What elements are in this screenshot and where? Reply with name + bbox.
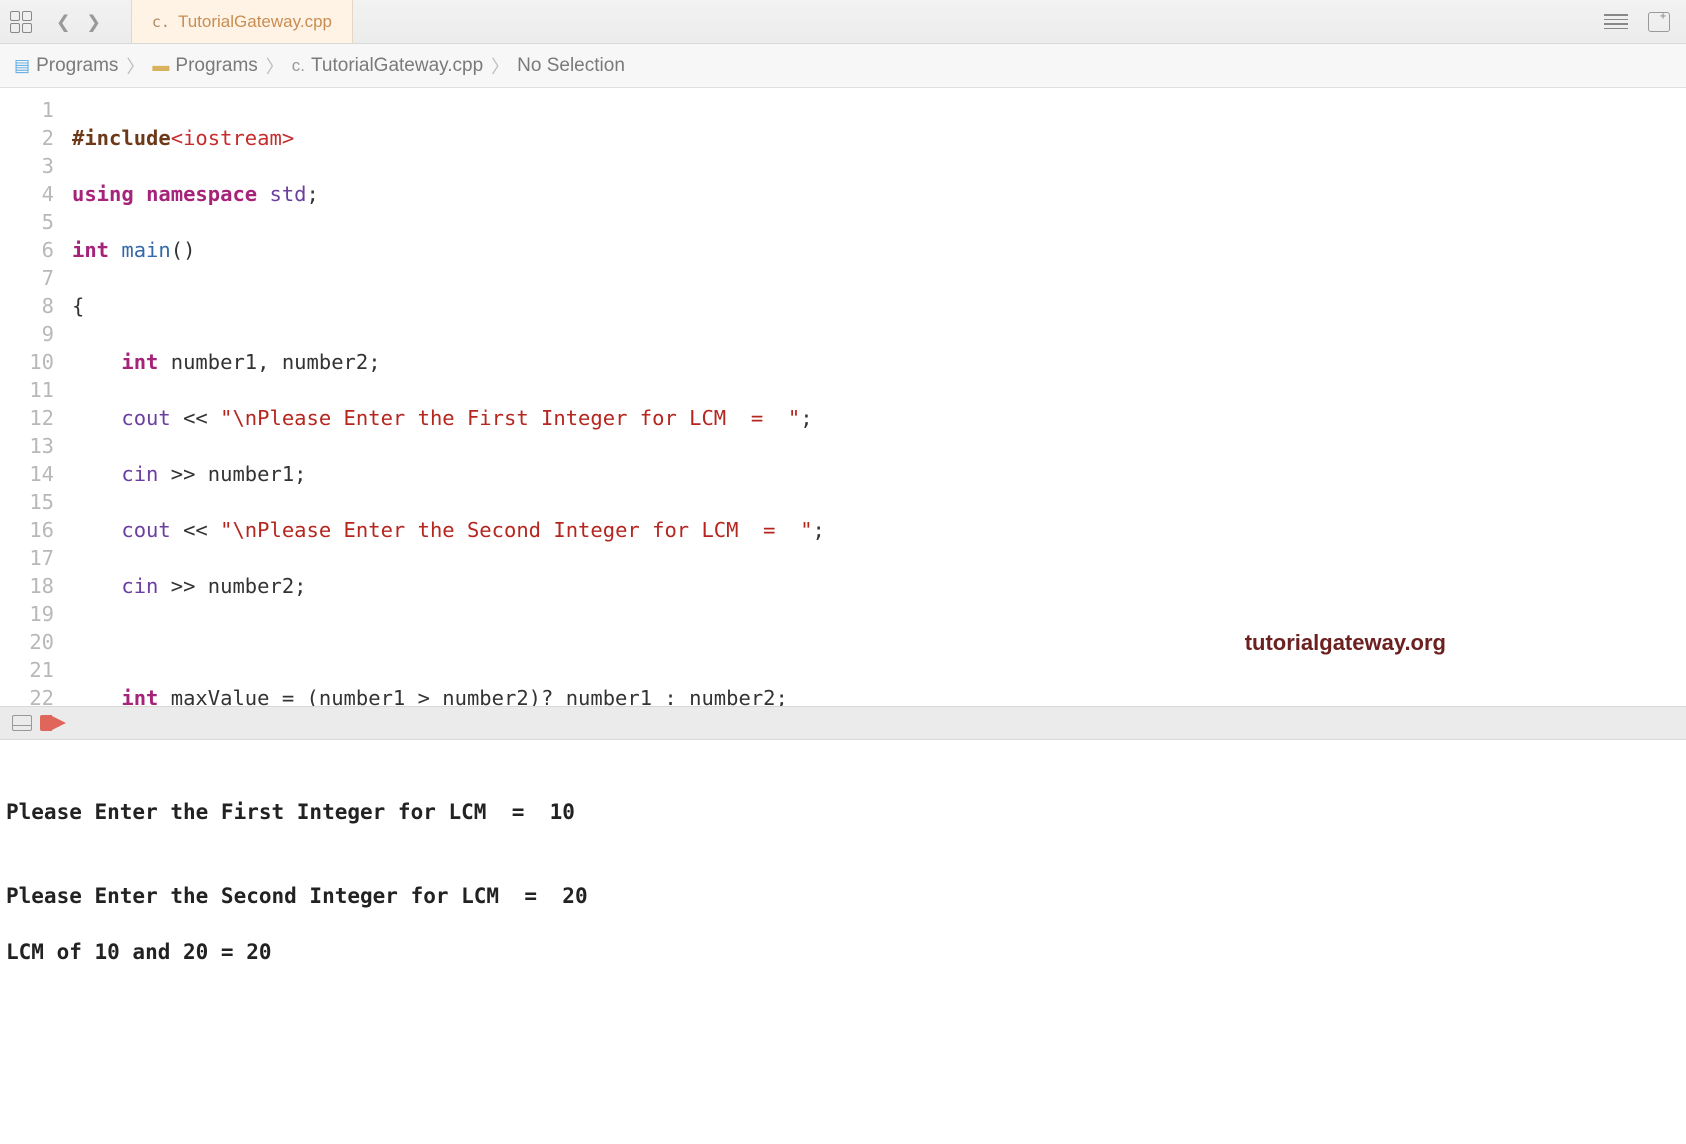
chevron-right-icon: 〉	[266, 53, 284, 79]
cpp-file-icon: c.	[152, 13, 170, 31]
nav-arrows: ❮ ❯	[56, 8, 101, 36]
crumb-3[interactable]: TutorialGateway.cpp	[311, 55, 483, 77]
add-editor-icon[interactable]	[1648, 12, 1670, 32]
console-line: Please Enter the First Integer for LCM =…	[6, 798, 1680, 826]
console-line: Please Enter the Second Integer for LCM …	[6, 882, 1680, 910]
tab-tutorialgateway[interactable]: c. TutorialGateway.cpp	[131, 0, 353, 43]
folder-icon: ▬	[152, 56, 169, 76]
tab-label: TutorialGateway.cpp	[178, 12, 332, 32]
toolbar-right	[1604, 12, 1676, 32]
crumb-4[interactable]: No Selection	[517, 55, 625, 77]
breadcrumb[interactable]: ▤ Programs 〉 ▬ Programs 〉 c. TutorialGat…	[0, 44, 1686, 88]
code-area[interactable]: #include<iostream> using namespace std; …	[66, 88, 1686, 706]
debug-bar	[0, 706, 1686, 740]
chevron-right-icon: 〉	[126, 53, 144, 79]
console-line: LCM of 10 and 20 = 20	[6, 938, 1680, 966]
line-gutter: 12345678910111213141516171819202122	[0, 88, 66, 706]
console-output[interactable]: Please Enter the First Integer for LCM =…	[0, 740, 1686, 994]
project-icon: ▤	[14, 56, 30, 76]
toolbar: ❮ ❯ c. TutorialGateway.cpp	[0, 0, 1686, 44]
crumb-2[interactable]: Programs	[175, 55, 257, 77]
cpp-file-icon: c.	[292, 56, 305, 76]
tab-bar: c. TutorialGateway.cpp	[131, 0, 353, 43]
navigator-grid-icon[interactable]	[10, 11, 32, 33]
panel-toggle-icon[interactable]	[12, 715, 32, 731]
chevron-right-icon: 〉	[491, 53, 509, 79]
back-icon[interactable]: ❮	[56, 8, 70, 36]
breakpoint-tag-icon[interactable]	[50, 715, 66, 731]
editor[interactable]: 12345678910111213141516171819202122 #inc…	[0, 88, 1686, 706]
adjust-editor-icon[interactable]	[1604, 14, 1628, 29]
crumb-1[interactable]: Programs	[36, 55, 118, 77]
watermark: tutorialgateway.org	[1245, 630, 1446, 656]
forward-icon[interactable]: ❯	[86, 8, 100, 36]
